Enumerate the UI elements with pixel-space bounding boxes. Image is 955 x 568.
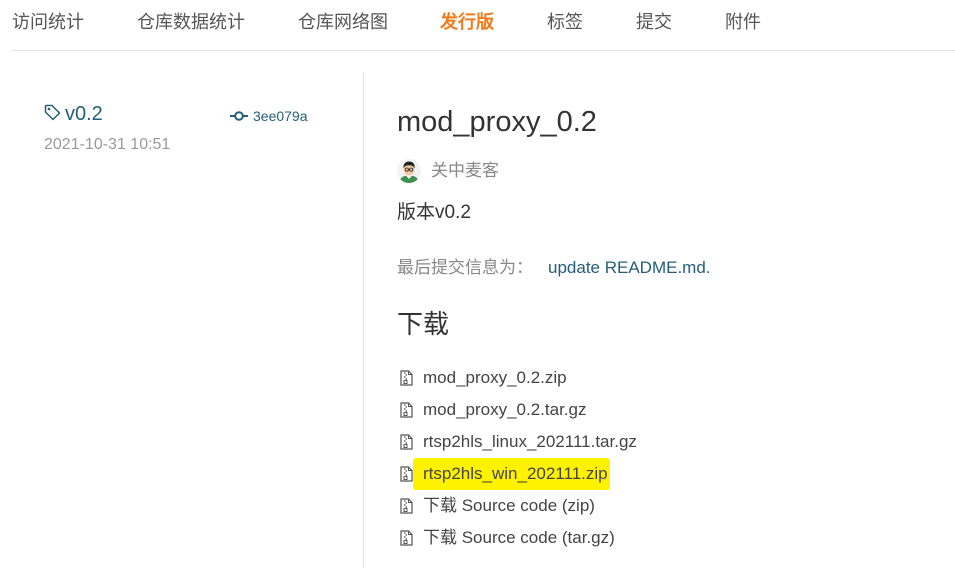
- download-label[interactable]: rtsp2hls_win_202111.zip: [413, 458, 610, 490]
- commit-icon: [230, 111, 248, 121]
- last-commit-message-link[interactable]: update README.md.: [548, 258, 711, 278]
- nav-divider: [12, 50, 955, 51]
- release-description: 版本v0.2: [397, 202, 471, 223]
- downloads-heading: 下载: [397, 309, 450, 339]
- download-label[interactable]: rtsp2hls_linux_202111.tar.gz: [413, 426, 639, 458]
- author-name[interactable]: 关中麦客: [431, 161, 499, 181]
- downloads-list: mod_proxy_0.2.zip mod_proxy_0.2.tar.gz r…: [400, 362, 639, 554]
- release-tag-link[interactable]: v0.2: [44, 103, 103, 125]
- column-divider: [363, 72, 364, 568]
- tab-releases[interactable]: 发行版: [440, 11, 494, 33]
- release-date: 2021-10-31 10:51: [44, 136, 171, 153]
- download-item[interactable]: rtsp2hls_win_202111.zip: [400, 458, 639, 490]
- file-zip-icon: [400, 498, 413, 514]
- tab-visit-stats[interactable]: 访问统计: [12, 11, 84, 33]
- download-item[interactable]: mod_proxy_0.2.tar.gz: [400, 394, 639, 426]
- release-title: mod_proxy_0.2: [397, 106, 597, 138]
- release-tag-label: v0.2: [65, 103, 103, 125]
- file-zip-icon: [400, 370, 413, 386]
- download-label[interactable]: mod_proxy_0.2.tar.gz: [413, 394, 588, 426]
- download-label[interactable]: mod_proxy_0.2.zip: [413, 362, 569, 394]
- file-zip-icon: [400, 402, 413, 418]
- tab-tags[interactable]: 标签: [547, 11, 583, 33]
- last-commit-label: 最后提交信息为：: [397, 258, 533, 277]
- tag-icon: [44, 104, 61, 121]
- tab-repo-data-stats[interactable]: 仓库数据统计: [137, 11, 245, 33]
- tab-repo-network[interactable]: 仓库网络图: [298, 11, 388, 33]
- release-commit-link[interactable]: 3ee079a: [230, 107, 308, 125]
- download-item[interactable]: mod_proxy_0.2.zip: [400, 362, 639, 394]
- avatar[interactable]: [397, 159, 421, 183]
- file-zip-icon: [400, 434, 413, 450]
- download-label[interactable]: 下载 Source code (zip): [413, 490, 597, 522]
- avatar-image: [397, 159, 421, 183]
- download-label[interactable]: 下载 Source code (tar.gz): [413, 522, 617, 554]
- download-item[interactable]: rtsp2hls_linux_202111.tar.gz: [400, 426, 639, 458]
- download-item[interactable]: 下载 Source code (tar.gz): [400, 522, 639, 554]
- tab-commits[interactable]: 提交: [636, 11, 672, 33]
- commit-hash: 3ee079a: [253, 108, 308, 124]
- file-zip-icon: [400, 466, 413, 482]
- tab-attachments[interactable]: 附件: [725, 11, 761, 33]
- file-zip-icon: [400, 530, 413, 546]
- download-item[interactable]: 下载 Source code (zip): [400, 490, 639, 522]
